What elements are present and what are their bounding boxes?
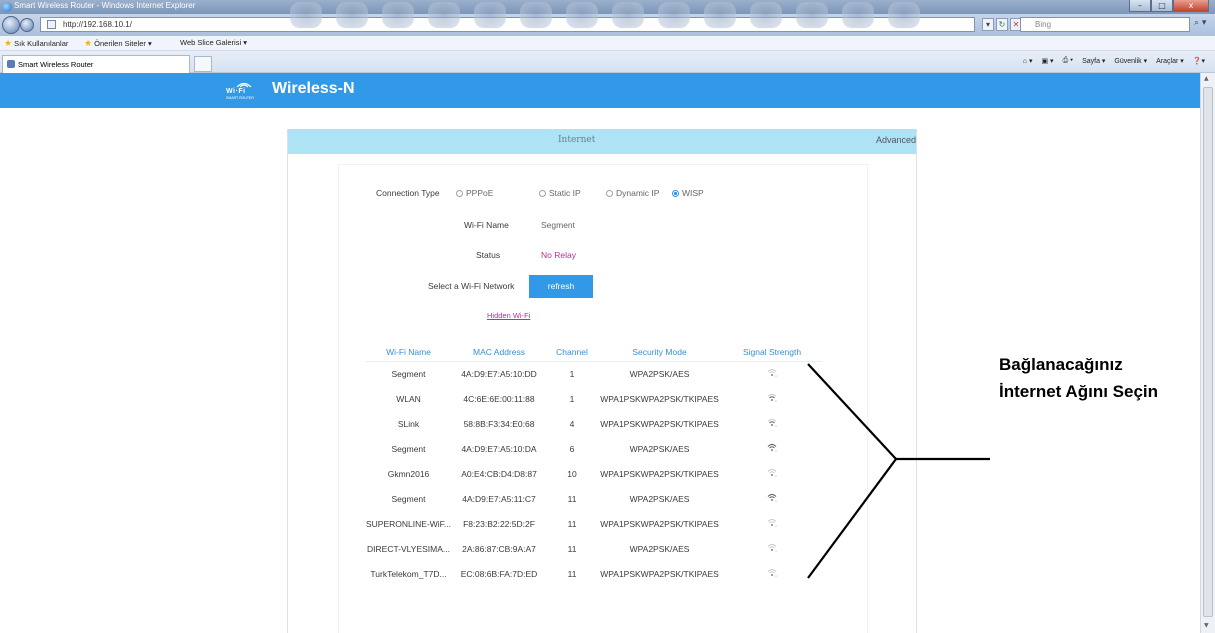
annotation-line-2: İnternet Ağını Seçin <box>999 382 1159 401</box>
annotation-text: Bağlanacağınız İnternet Ağını Seçin <box>999 351 1199 405</box>
annotation-line-1: Bağlanacağınız <box>999 355 1123 374</box>
annotation-lines <box>807 363 990 579</box>
